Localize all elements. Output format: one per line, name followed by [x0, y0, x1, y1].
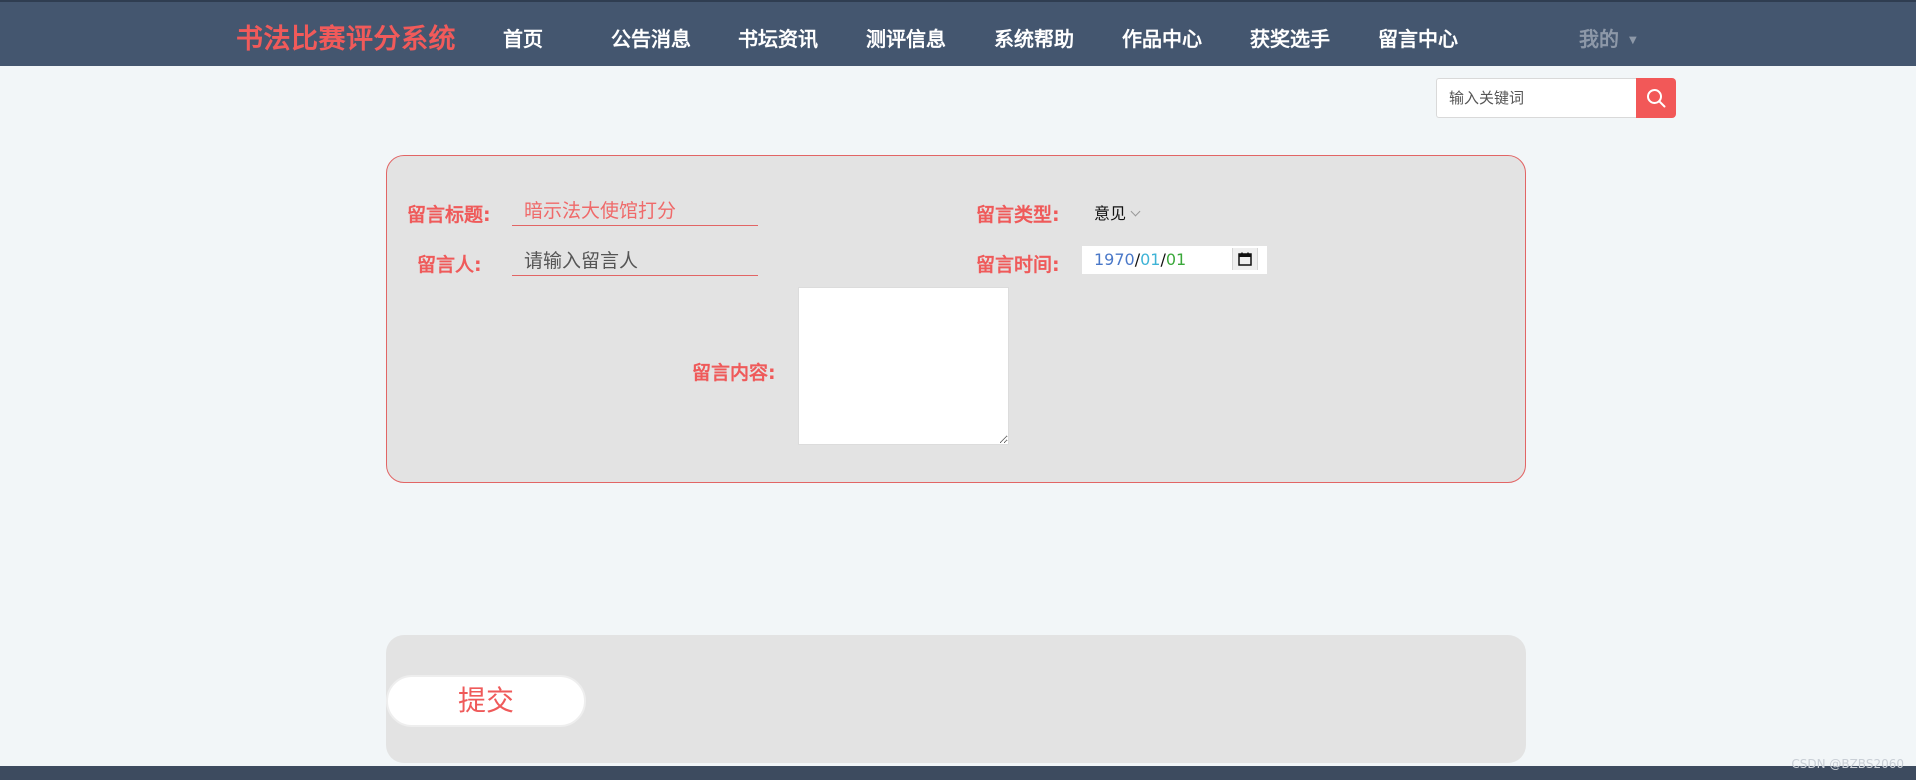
- message-form: 留言标题: 留言类型: 意见 留言人: 留言时间: 1970/01/01 留言内…: [386, 155, 1526, 483]
- chevron-down-icon: [1130, 206, 1141, 217]
- date-day: 01: [1165, 250, 1187, 269]
- nav-item-messages[interactable]: 留言中心: [1378, 23, 1458, 52]
- nav-mine-label: 我的: [1579, 27, 1619, 51]
- time-label: 留言时间:: [976, 254, 1060, 276]
- title-label: 留言标题:: [407, 204, 491, 226]
- person-label: 留言人:: [417, 254, 482, 276]
- watermark: CSDN @BZBS2060: [1791, 757, 1904, 771]
- content-textarea[interactable]: [798, 287, 1009, 445]
- nav-item-mine[interactable]: 我的 ▼: [1579, 23, 1637, 52]
- content-label: 留言内容:: [692, 362, 776, 384]
- calendar-icon: [1238, 252, 1252, 266]
- title-input[interactable]: [512, 196, 758, 226]
- nav-item-evaluations[interactable]: 测评信息: [866, 23, 946, 52]
- search-icon: [1647, 89, 1666, 108]
- type-label: 留言类型:: [976, 204, 1060, 226]
- type-select[interactable]: 意见: [1094, 200, 1141, 224]
- caret-down-icon: ▼: [1629, 35, 1637, 46]
- submit-panel: 提交: [386, 635, 1526, 763]
- nav-item-winners[interactable]: 获奖选手: [1250, 23, 1330, 52]
- nav-item-home[interactable]: 首页: [503, 23, 543, 52]
- nav-item-announcements[interactable]: 公告消息: [611, 23, 691, 52]
- date-month: 01: [1140, 250, 1161, 269]
- search-input[interactable]: [1436, 78, 1638, 118]
- footer-bar: [0, 766, 1916, 780]
- brand-title[interactable]: 书法比赛评分系统: [236, 17, 456, 56]
- submit-button[interactable]: 提交: [386, 675, 586, 727]
- search-button[interactable]: [1636, 78, 1676, 118]
- date-value: 1970/01/01: [1094, 250, 1186, 269]
- calendar-button[interactable]: [1232, 248, 1258, 270]
- nav-item-works[interactable]: 作品中心: [1122, 23, 1202, 52]
- nav-item-news[interactable]: 书坛资讯: [738, 23, 818, 52]
- date-year: 1970: [1094, 250, 1135, 269]
- person-input[interactable]: [512, 246, 758, 276]
- top-navbar: 书法比赛评分系统 首页 公告消息 书坛资讯 测评信息 系统帮助 作品中心 获奖选…: [0, 0, 1916, 66]
- nav-item-help[interactable]: 系统帮助: [994, 23, 1074, 52]
- type-select-value: 意见: [1094, 204, 1127, 223]
- date-input[interactable]: 1970/01/01: [1082, 246, 1267, 274]
